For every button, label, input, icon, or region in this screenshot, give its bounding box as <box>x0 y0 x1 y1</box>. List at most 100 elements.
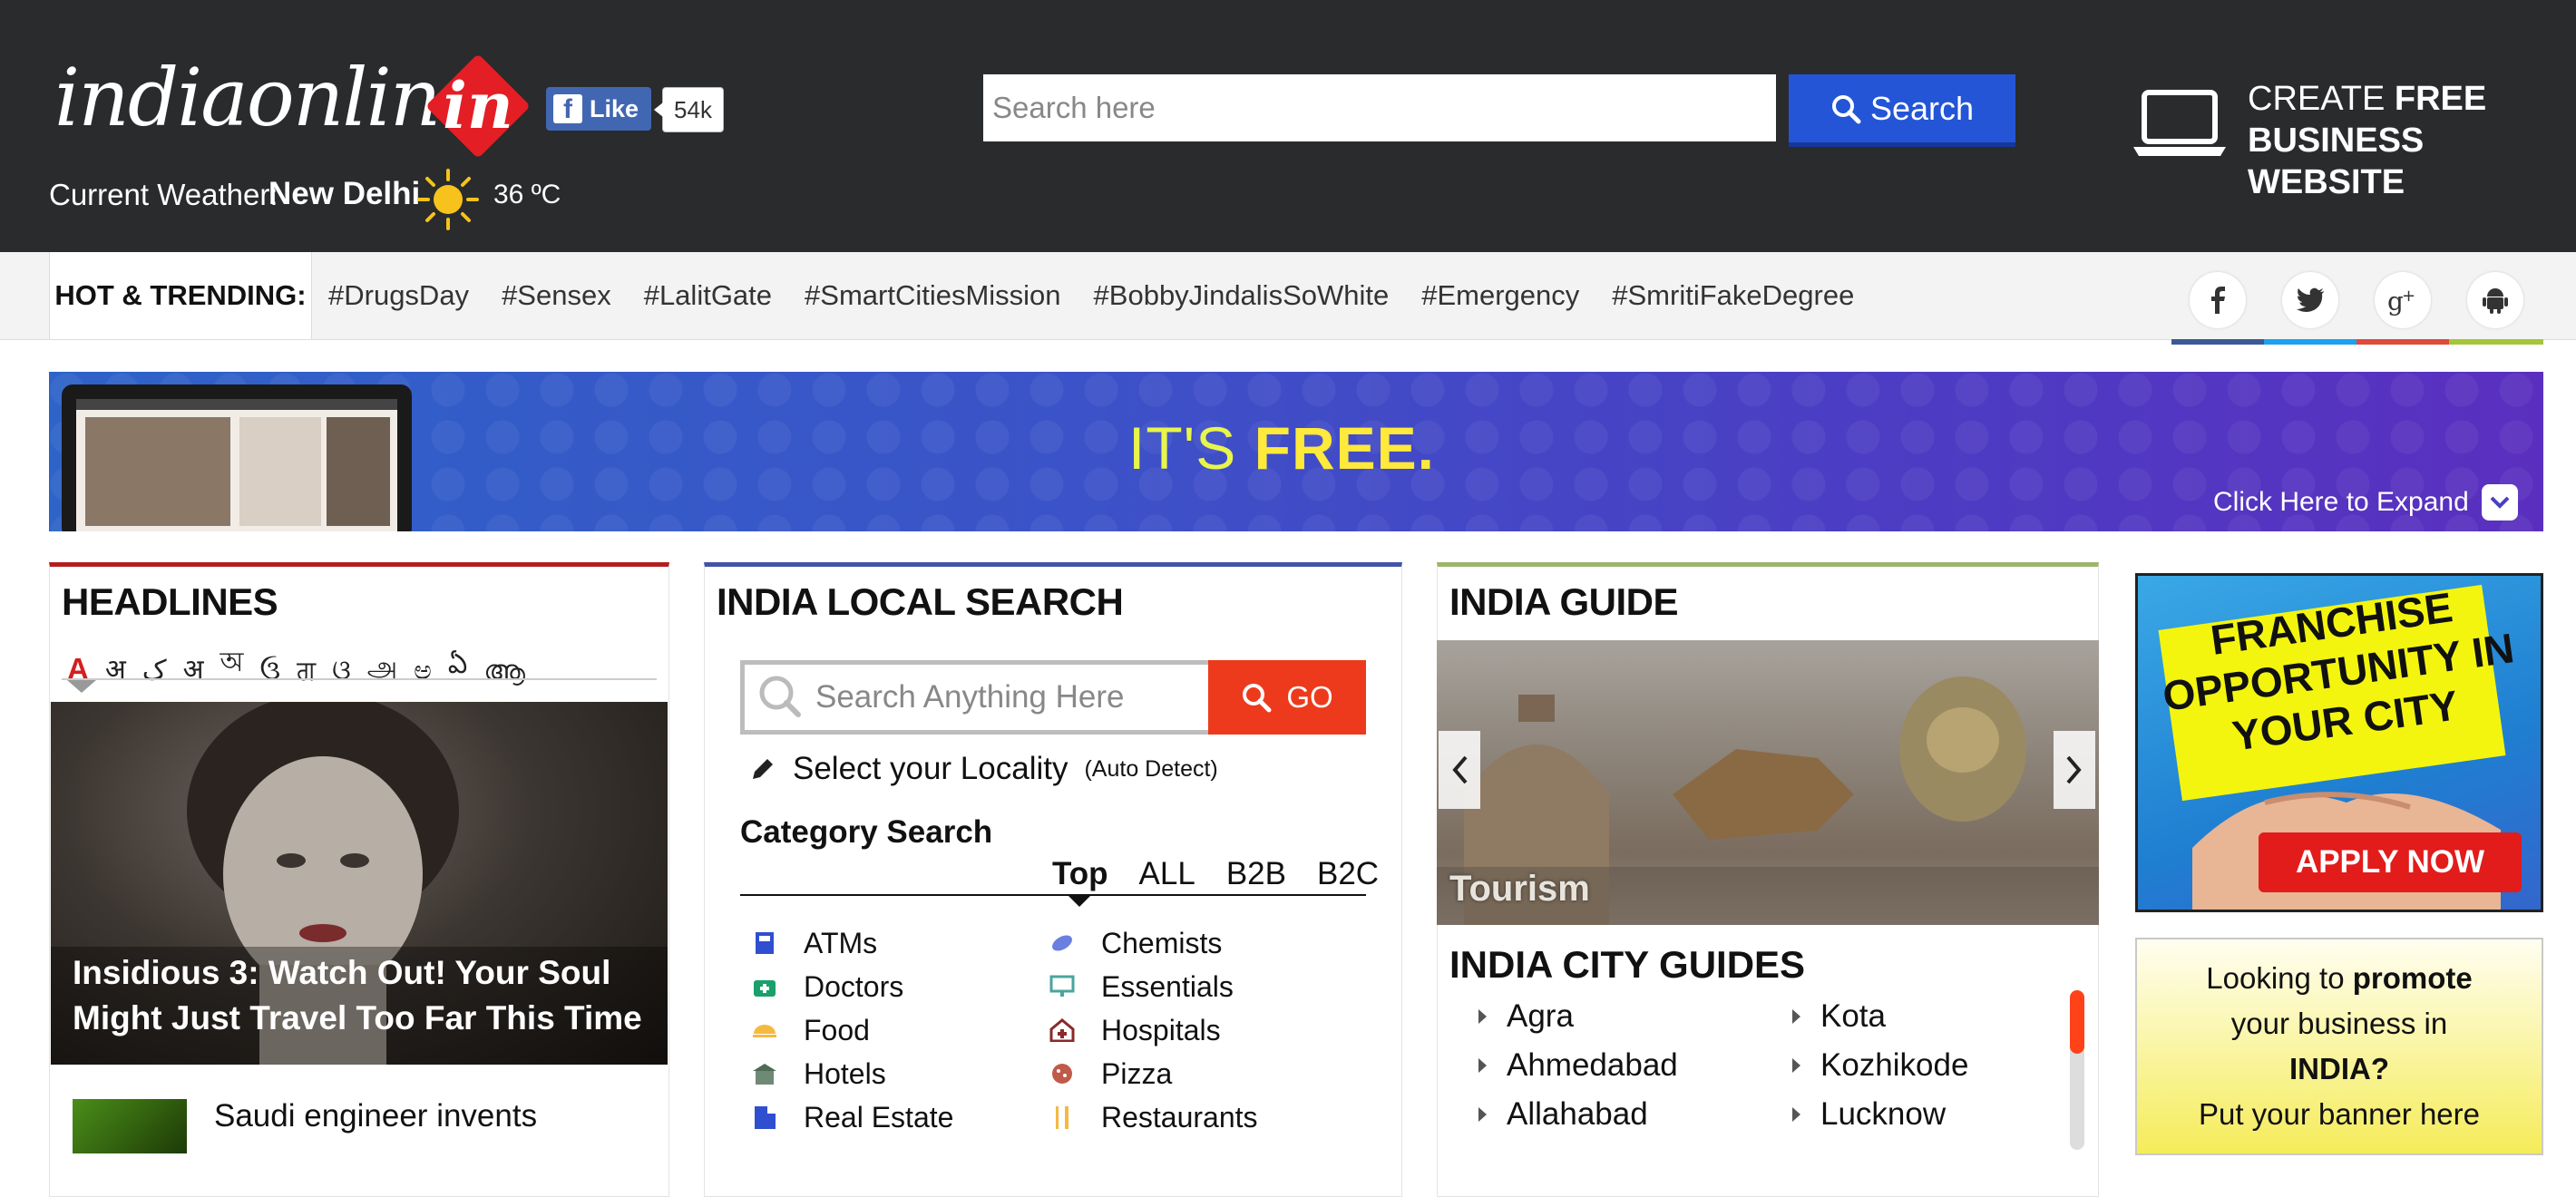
promote-ad-text[interactable]: Looking to promote your business in INDI… <box>2135 956 2543 1137</box>
city-list-left: Agra Ahmedabad Allahabad <box>1478 992 1678 1139</box>
facebook-like-button[interactable]: f Like <box>546 87 651 131</box>
local-search-input[interactable] <box>740 660 1214 735</box>
google-plus-icon: g+ <box>2387 287 2415 316</box>
go-button[interactable]: GO <box>1208 660 1366 735</box>
trending-tag[interactable]: #SmritiFakeDegree <box>1612 279 1854 312</box>
locality-selector[interactable]: Select your Locality (Auto Detect) <box>749 751 1218 787</box>
city-guides-title: INDIA CITY GUIDES <box>1449 943 1806 986</box>
category-item[interactable]: Chemists <box>1049 921 1258 965</box>
auto-detect-link[interactable]: (Auto Detect) <box>1084 756 1217 783</box>
city-link[interactable]: Kozhikode <box>1792 1041 1968 1090</box>
category-item[interactable]: Food <box>751 1008 953 1052</box>
language-option[interactable]: ആ <box>483 656 525 686</box>
weather-temperature: 36 ºC <box>493 180 561 209</box>
trending-tag[interactable]: #SmartCitiesMission <box>805 279 1061 312</box>
search-button[interactable]: Search <box>1789 74 2015 147</box>
category-item[interactable]: Essentials <box>1049 965 1258 1008</box>
twitter-icon <box>2297 287 2324 312</box>
google-plus-social-button[interactable]: g + <box>2375 272 2431 328</box>
search-input[interactable] <box>983 74 1776 141</box>
category-item[interactable]: Hotels <box>751 1052 953 1095</box>
city-link[interactable]: Agra <box>1478 992 1678 1041</box>
trending-tag[interactable]: #Emergency <box>1421 279 1579 312</box>
pencil-icon <box>753 759 773 779</box>
create-business-website-link[interactable]: CREATE FREE BUSINESS WEBSITE <box>2248 78 2576 203</box>
trending-tag[interactable]: #BobbyJindalisSoWhite <box>1094 279 1390 312</box>
like-count: 54k <box>654 87 724 132</box>
search-icon <box>759 676 801 717</box>
slider-next-button[interactable] <box>2054 731 2095 809</box>
category-item[interactable]: Real Estate <box>751 1095 953 1139</box>
divider <box>740 894 1366 896</box>
category-item[interactable]: Hospitals <box>1049 1008 1258 1052</box>
category-search-title: Category Search <box>740 814 993 850</box>
divider <box>62 678 657 680</box>
trending-tag[interactable]: #DrugsDay <box>328 279 469 312</box>
cutlery-icon <box>1049 1104 1076 1131</box>
laptop-icon[interactable] <box>2132 87 2228 160</box>
category-list-right: Chemists Essentials Hospitals Pizza Rest… <box>1049 921 1258 1139</box>
caret-down-icon <box>1068 896 1090 907</box>
twitter-social-button[interactable] <box>2282 272 2338 328</box>
language-option[interactable]: அ <box>367 652 397 686</box>
news-item-title[interactable]: Saudi engineer invents <box>214 1095 537 1137</box>
tab-b2c[interactable]: B2C <box>1317 856 1379 892</box>
hospital-icon <box>1049 1017 1076 1044</box>
banner-headline: IT'S FREE. <box>1128 414 1435 482</box>
tab-b2b[interactable]: B2B <box>1226 856 1286 892</box>
language-option[interactable]: ਗ <box>297 656 316 686</box>
language-option[interactable]: ઉ <box>260 656 281 686</box>
atm-icon <box>751 929 778 957</box>
stripe-google <box>2356 339 2449 345</box>
language-option[interactable]: ಅ <box>414 656 432 686</box>
stripe-facebook <box>2171 339 2264 345</box>
city-link[interactable]: Ahmedabad <box>1478 1041 1678 1090</box>
city-link[interactable]: Allahabad <box>1478 1090 1678 1139</box>
trending-tag[interactable]: #Sensex <box>502 279 611 312</box>
facebook-icon: f <box>553 94 582 124</box>
tab-top[interactable]: Top <box>1052 856 1108 892</box>
site-logo[interactable]: indiaonline in <box>54 44 531 160</box>
chevron-left-icon <box>1452 755 1468 784</box>
search-button-label: Search <box>1869 89 1975 127</box>
chevron-right-icon <box>2066 755 2082 784</box>
scrollbar-thumb[interactable] <box>2070 990 2084 1054</box>
apply-now-button[interactable]: APPLY NOW <box>2259 832 2522 892</box>
stripe-twitter <box>2264 339 2356 345</box>
language-option[interactable]: ଓ <box>332 656 351 686</box>
pizza-icon <box>1049 1060 1076 1087</box>
tab-all[interactable]: ALL <box>1139 856 1195 892</box>
category-list-left: ATMs Doctors Food Hotels Real Estate <box>751 921 953 1139</box>
slider-prev-button[interactable] <box>1439 731 1480 809</box>
category-item[interactable]: Restaurants <box>1049 1095 1258 1139</box>
city-link[interactable]: Kota <box>1792 992 1968 1041</box>
headline-caption[interactable]: Insidious 3: Watch Out! Your Soul Might … <box>73 950 653 1041</box>
weather-label: Current Weather: <box>49 178 278 211</box>
language-option[interactable]: अ <box>183 649 204 686</box>
language-option[interactable]: ఏ <box>448 649 467 686</box>
trending-tags: #DrugsDay #Sensex #LalitGate #SmartCitie… <box>328 252 1854 339</box>
triangle-right-icon <box>1478 1107 1487 1122</box>
category-item[interactable]: ATMs <box>751 921 953 965</box>
chevron-down-icon <box>2481 484 2518 521</box>
svg-text:+: + <box>2402 287 2415 306</box>
news-thumbnail[interactable] <box>73 1099 187 1153</box>
category-item[interactable]: Pizza <box>1049 1052 1258 1095</box>
trending-label: HOT & TRENDING: <box>49 252 312 339</box>
language-option[interactable]: अ <box>105 649 126 686</box>
banner-expand-link[interactable]: Click Here to Expand <box>2213 484 2518 521</box>
category-item[interactable]: Doctors <box>751 965 953 1008</box>
android-social-button[interactable] <box>2467 272 2523 328</box>
facebook-social-button[interactable] <box>2190 272 2246 328</box>
weather-city[interactable]: New Delhi <box>268 176 420 212</box>
city-link[interactable]: Lucknow <box>1792 1090 1968 1139</box>
local-search-box: GO <box>740 660 1366 735</box>
android-icon <box>2483 288 2508 314</box>
food-icon <box>751 1017 778 1044</box>
slide-caption: Tourism <box>1449 869 1590 909</box>
trending-tag[interactable]: #LalitGate <box>644 279 772 312</box>
language-option[interactable]: ک <box>142 655 167 686</box>
triangle-right-icon <box>1792 1058 1800 1073</box>
doctor-bag-icon <box>751 973 778 1000</box>
building-icon <box>751 1104 778 1131</box>
